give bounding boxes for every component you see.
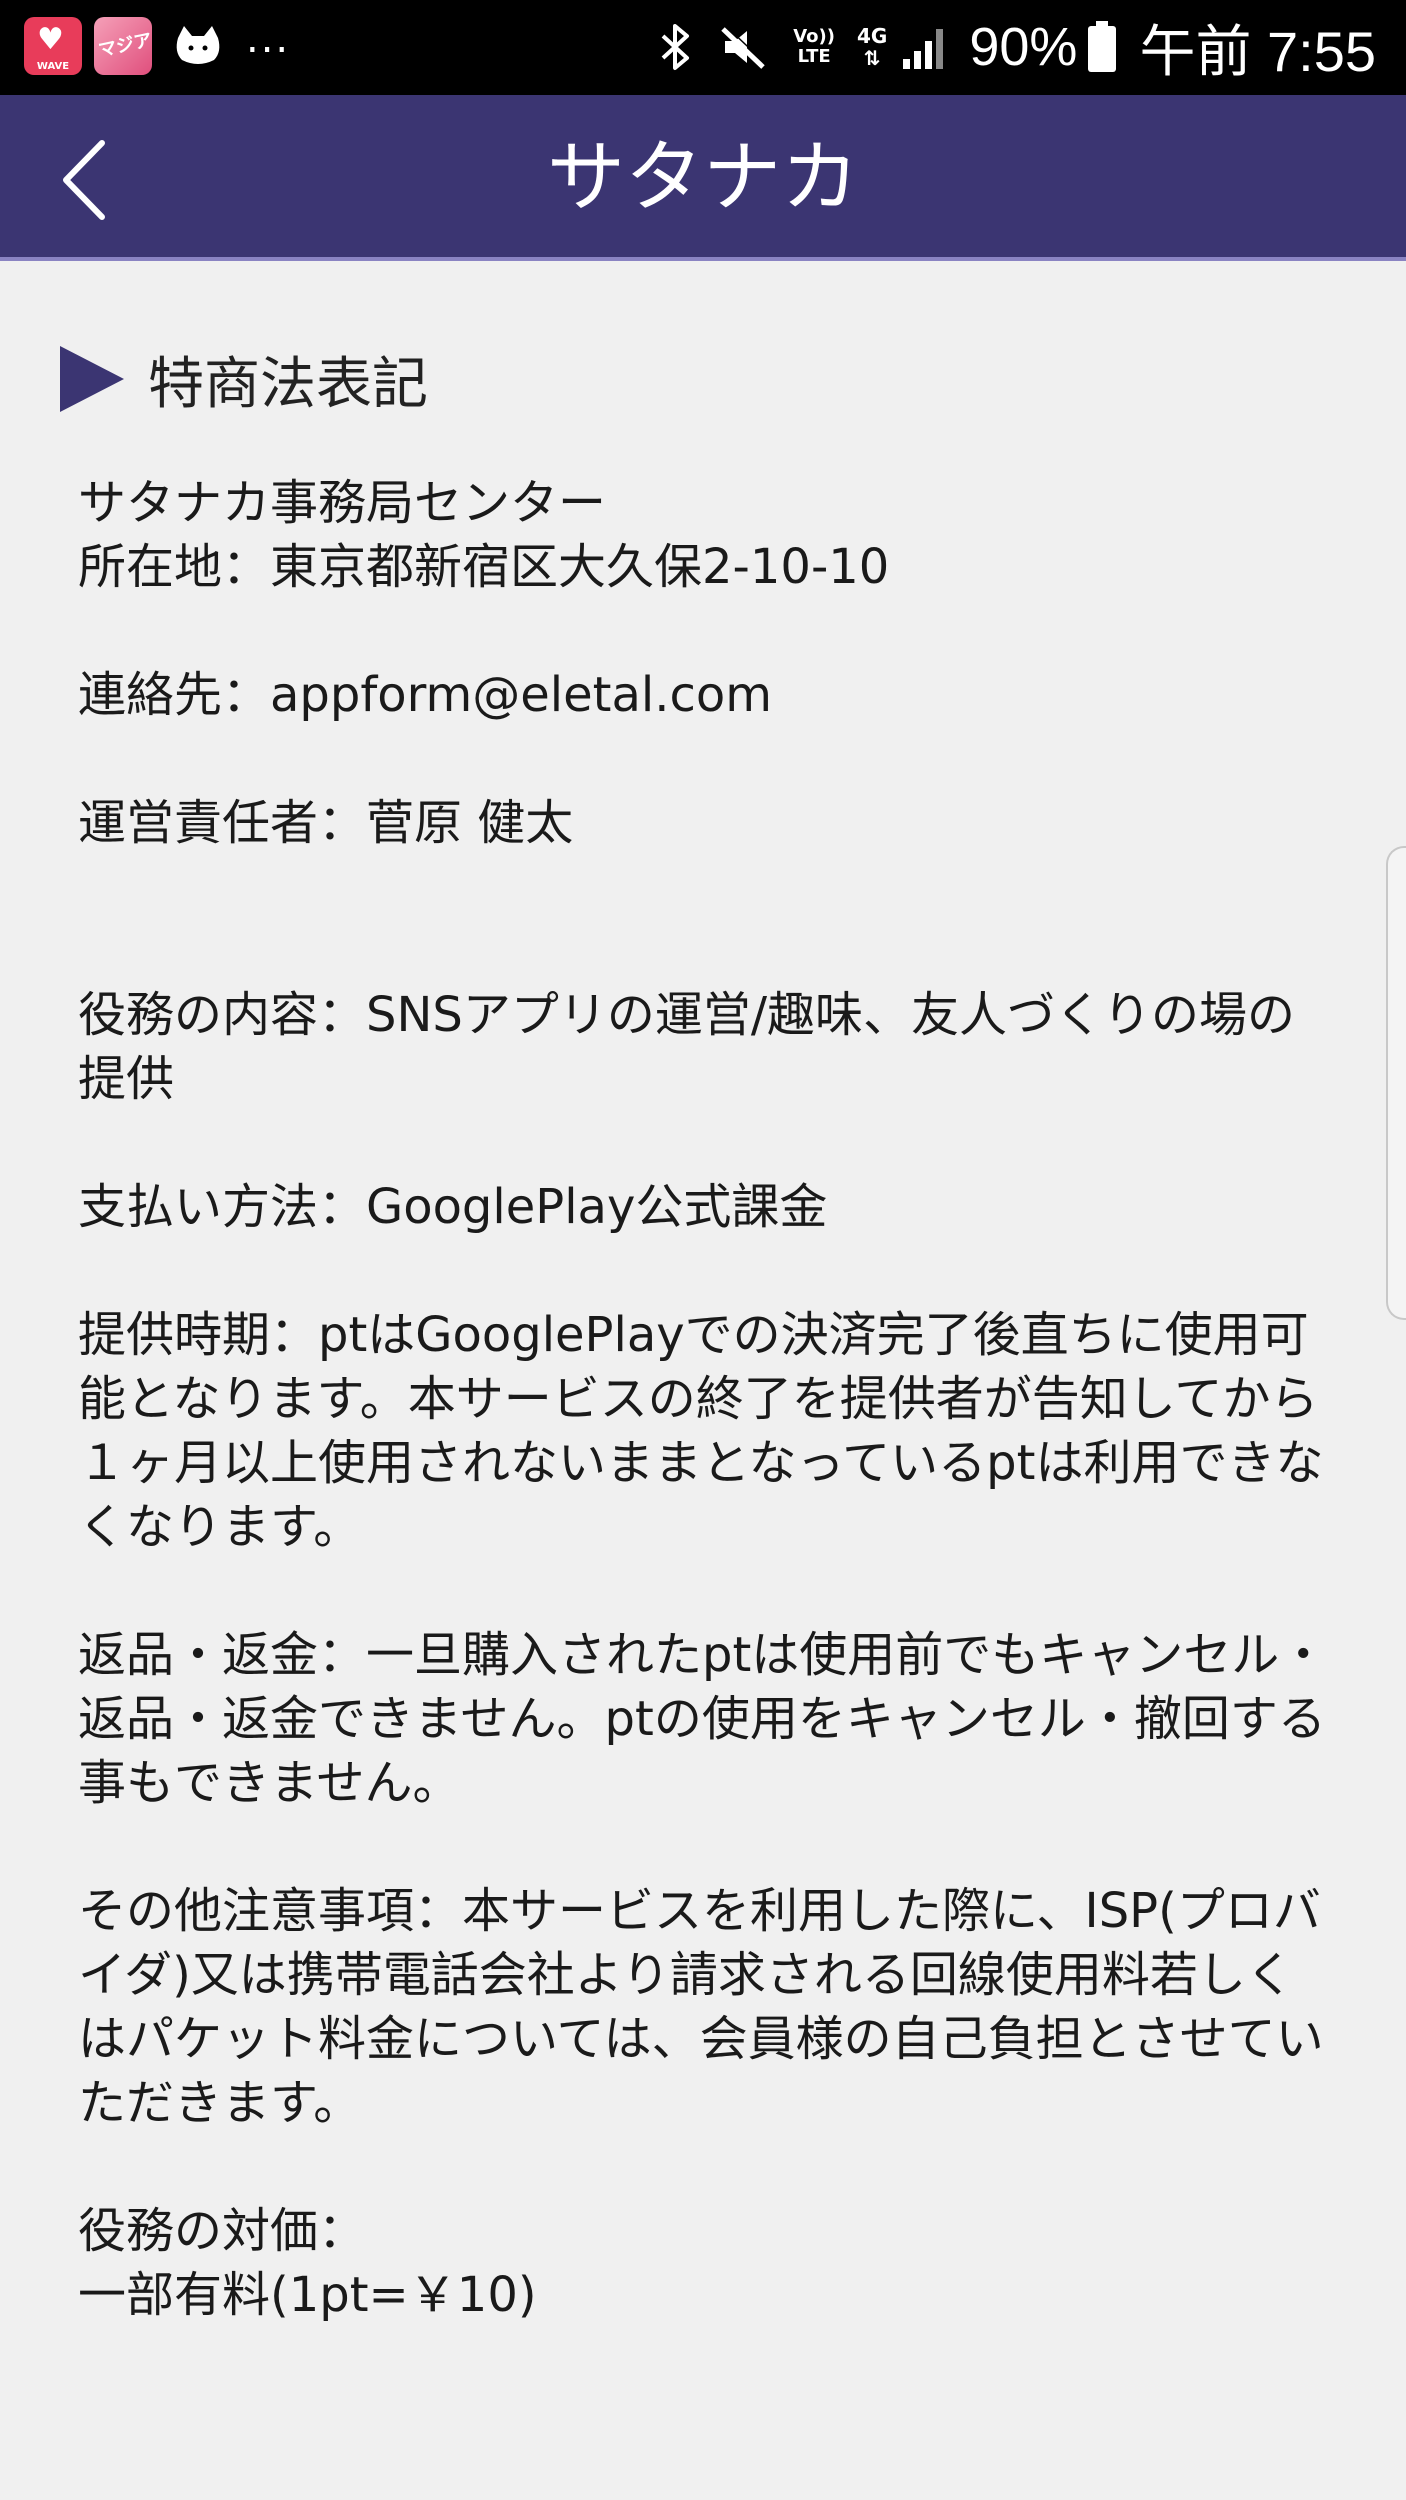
bluetooth-icon	[661, 24, 690, 70]
main-content[interactable]: 特商法表記 サタナカ事務局センター 所在地：東京都新宿区大久保2-10-10 連…	[0, 261, 1406, 2500]
status-bar: ♥ WAVE マジア ... Vo)) LTE 4G ⇅ 90% 午前 7:55	[0, 0, 1406, 95]
app-header: サタナカ	[0, 95, 1406, 261]
wave-app-icon: ♥ WAVE	[24, 17, 82, 75]
refund-text: 返品・返金：一旦購入されたptは使用前でもキャンセル・返品・返金できません。pt…	[78, 1627, 1328, 1811]
price-value: 一部有料(1pt=￥10)	[78, 2267, 537, 2323]
mute-icon	[721, 25, 767, 69]
section-title: 特商法表記	[148, 351, 428, 417]
more-notifications: ...	[246, 16, 291, 62]
wave-app-label: WAVE	[36, 61, 70, 72]
system-status: Vo)) LTE 4G ⇅ 90% 午前 7:55	[633, 12, 1376, 83]
magic-app-icon: マジア	[94, 17, 152, 75]
triangle-bullet-icon	[60, 346, 124, 412]
volte-indicator: Vo)) LTE	[793, 27, 835, 67]
battery-icon	[1088, 21, 1117, 72]
back-button[interactable]	[40, 135, 130, 225]
page-title: サタナカ	[546, 133, 859, 223]
section-header: 特商法表記	[56, 339, 428, 419]
scroll-handle[interactable]	[1386, 846, 1406, 1320]
price-label: 役務の対価：	[78, 2203, 367, 2259]
timing-text: 提供時期：ptはGooglePlayでの決済完了後直ちに使用可能となります。本サ…	[78, 1307, 1324, 1555]
payment-text: 支払い方法：GooglePlay公式課金	[78, 1179, 828, 1235]
notes-text: その他注意事項：本サービスを利用した際に、ISP(プロバイダ)又は携帯電話会社よ…	[78, 1883, 1324, 2131]
clock: 午前 7:55	[1139, 19, 1376, 83]
legal-notice-body: サタナカ事務局センター 所在地：東京都新宿区大久保2-10-10 連絡先：app…	[78, 471, 1338, 2391]
network-indicator: 4G ⇅	[857, 25, 887, 69]
heart-icon: ♥	[37, 22, 64, 57]
company-name: サタナカ事務局センター	[78, 475, 607, 531]
address-text: 所在地：東京都新宿区大久保2-10-10	[78, 539, 890, 595]
battery-percent: 90%	[969, 17, 1078, 77]
signal-icon	[903, 29, 944, 69]
chevron-left-icon	[63, 140, 105, 220]
cat-icon	[176, 26, 220, 64]
contact-text: 連絡先：appform@eletal.com	[78, 667, 773, 723]
service-text: 役務の内容：SNSアプリの運営/趣味、友人づくりの場の提供	[78, 987, 1296, 1107]
network-label: 4G	[857, 24, 888, 48]
manager-text: 運営責任者：菅原 健太	[78, 795, 574, 851]
volte-label: Vo))	[793, 26, 835, 47]
notification-icons: ♥ WAVE マジア ...	[24, 16, 290, 76]
magic-app-label: マジア	[96, 29, 152, 62]
data-arrows-icon: ⇅	[863, 46, 881, 70]
lte-label: LTE	[797, 46, 831, 67]
